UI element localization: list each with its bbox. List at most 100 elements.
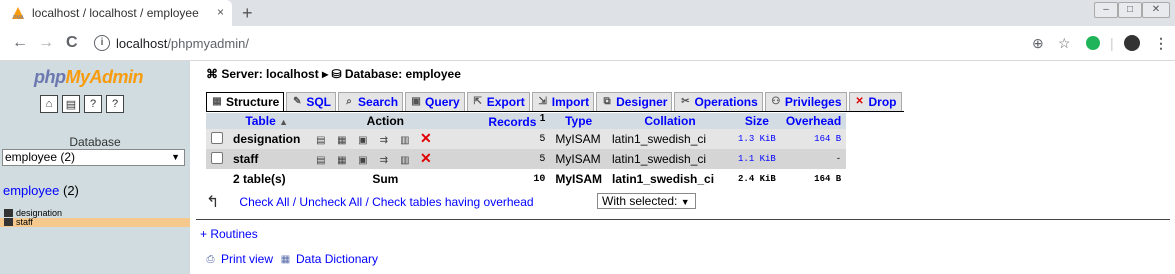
bottom-links: ⎙ Print view ▦ Data Dictionary <box>200 252 379 266</box>
drop-icon[interactable]: ✕ <box>419 151 432 165</box>
table-icon <box>4 209 13 217</box>
tables-grid: Table ▲ Action Records 1 Type Collation … <box>206 113 847 189</box>
phpmyadmin-logo[interactable]: phpMyAdmin <box>34 67 144 88</box>
header-table[interactable]: Table ▲ <box>228 113 306 129</box>
chevron-down-icon: ▼ <box>171 152 180 162</box>
row-actions: ▤ ▦ ▣ ⇉ ▥ ✕ <box>305 129 466 149</box>
divider <box>196 219 1170 220</box>
window-close-button[interactable]: ✕ <box>1142 2 1170 18</box>
row-records: 5 <box>465 149 551 169</box>
table-row: staff ▤ ▦ ▣ ⇉ ▥ ✕ 5 MyISAM latin1_swedish_ci … <box>206 149 847 169</box>
home-icon[interactable]: ⌂ <box>40 95 58 113</box>
info-icon[interactable]: i <box>94 35 110 51</box>
table-list-item-staff[interactable]: staff <box>0 218 190 227</box>
summary-table-count: 2 table(s) <box>228 169 306 189</box>
search-icon[interactable]: ▣ <box>356 134 369 147</box>
database-link[interactable]: employee <box>3 183 59 198</box>
tab-import[interactable]: ⇲ Import <box>531 92 595 111</box>
tab-privileges[interactable]: ⚇ Privileges <box>764 92 847 111</box>
browser-tab[interactable]: PMA localhost / localhost / employee × <box>0 0 232 26</box>
check-all-links[interactable]: Check All / Uncheck All / Check tables h… <box>239 195 533 209</box>
header-overhead[interactable]: Overhead <box>780 113 847 129</box>
tab-export[interactable]: ⇱ Export <box>466 92 530 111</box>
tab-search[interactable]: ⌕ Search <box>338 92 404 111</box>
empty-icon[interactable]: ▥ <box>398 154 411 167</box>
insert-icon[interactable]: ⇉ <box>377 134 390 147</box>
breadcrumb-database[interactable]: Database: employee <box>345 67 461 81</box>
tab-designer[interactable]: ⧉ Designer <box>596 92 673 111</box>
tab-close-icon[interactable]: × <box>217 5 224 19</box>
browser-menu-icon[interactable]: ⋮ <box>1154 35 1168 52</box>
zoom-icon[interactable]: ⊕ <box>1032 35 1044 52</box>
bookmark-star-icon[interactable]: ☆ <box>1058 35 1071 52</box>
insert-icon[interactable]: ⇉ <box>377 154 390 167</box>
tab-structure[interactable]: ▦ Structure <box>206 92 285 111</box>
back-button[interactable]: ← <box>12 34 28 52</box>
browse-icon[interactable]: ▤ <box>314 134 327 147</box>
left-navigation: phpMyAdmin ⌂ ▤ ? ? Database employee (2)… <box>0 61 190 274</box>
url-path: /phpmyadmin/ <box>167 35 249 51</box>
breadcrumb: ⌘ Server: localhost ▸ ⛁ Database: employ… <box>206 67 461 81</box>
row-size[interactable]: 1.3 KiB <box>733 129 781 149</box>
data-dictionary-icon: ▦ <box>280 253 291 265</box>
header-collation[interactable]: Collation <box>607 113 734 129</box>
print-icon: ⎙ <box>206 253 215 265</box>
tab-query[interactable]: ▣ Query <box>405 92 465 111</box>
privileges-icon: ⚇ <box>771 96 781 107</box>
extension-icon[interactable] <box>1086 36 1100 50</box>
empty-icon[interactable]: ▥ <box>398 134 411 147</box>
import-icon: ⇲ <box>538 96 547 107</box>
row-checkbox[interactable] <box>211 131 223 144</box>
browse-icon[interactable]: ▤ <box>314 154 327 167</box>
sql-docs-icon[interactable]: ? <box>106 95 124 113</box>
drop-icon[interactable]: ✕ <box>419 131 432 145</box>
routines-link[interactable]: + Routines <box>200 227 258 241</box>
tab-strip: ▦ Structure ✎ SQL ⌕ Search ▣ Query ⇱ Export ⇲… <box>206 92 904 112</box>
database-select[interactable]: employee (2) ▼ <box>2 149 185 166</box>
header-size[interactable]: Size <box>733 113 781 129</box>
database-title: employee (2) <box>3 183 79 198</box>
reload-button[interactable]: C <box>66 34 78 52</box>
browser-tab-title: localhost / localhost / employee <box>32 6 199 20</box>
structure-icon: ▦ <box>212 96 222 107</box>
new-tab-button[interactable]: + <box>242 3 253 24</box>
row-table-name[interactable]: designation <box>228 129 306 149</box>
forward-button[interactable]: → <box>38 34 54 52</box>
svg-text:PMA: PMA <box>13 15 25 20</box>
row-checkbox[interactable] <box>211 151 223 164</box>
row-records: 5 <box>465 129 551 149</box>
row-size[interactable]: 1.1 KiB <box>733 149 781 169</box>
structure-icon[interactable]: ▦ <box>335 154 348 167</box>
summary-type: MyISAM <box>550 169 608 189</box>
window-maximize-button[interactable]: □ <box>1118 2 1142 18</box>
row-collation: latin1_swedish_ci <box>607 129 734 149</box>
profile-avatar[interactable] <box>1124 35 1140 51</box>
sql-icon: ✎ <box>293 96 302 107</box>
summary-records: 10 <box>465 169 551 189</box>
structure-icon[interactable]: ▦ <box>335 134 348 147</box>
grid-header-row: Table ▲ Action Records 1 Type Collation … <box>206 113 847 129</box>
summary-overhead: 164 B <box>780 169 847 189</box>
window-minimize-button[interactable]: – <box>1094 2 1118 18</box>
tab-drop[interactable]: ✕ Drop <box>848 92 902 111</box>
header-type[interactable]: Type <box>550 113 608 129</box>
main-content: ⌘ Server: localhost ▸ ⛁ Database: employ… <box>190 61 1175 274</box>
with-selected-select[interactable]: With selected: ▼ <box>597 193 696 209</box>
breadcrumb-server[interactable]: Server: localhost <box>221 67 318 81</box>
tab-operations[interactable]: ✂ Operations <box>674 92 763 111</box>
data-dictionary-link[interactable]: Data Dictionary <box>296 252 378 266</box>
search-icon[interactable]: ▣ <box>356 154 369 167</box>
row-collation: latin1_swedish_ci <box>607 149 734 169</box>
print-view-link[interactable]: Print view <box>221 252 273 266</box>
sql-window-icon[interactable]: ▤ <box>62 95 80 113</box>
summary-action: Sum <box>305 169 466 189</box>
server-icon: ⌘ <box>206 67 218 81</box>
row-table-name[interactable]: staff <box>228 149 306 169</box>
url-field[interactable]: i localhost/phpmyadmin/ <box>94 31 1024 55</box>
header-records[interactable]: Records 1 <box>465 113 551 129</box>
docs-icon[interactable]: ? <box>84 95 102 113</box>
row-overhead[interactable]: 164 B <box>780 129 847 149</box>
tab-sql[interactable]: ✎ SQL <box>286 92 337 111</box>
toolbar-divider: | <box>1110 35 1114 51</box>
row-actions: ▤ ▦ ▣ ⇉ ▥ ✕ <box>305 149 466 169</box>
